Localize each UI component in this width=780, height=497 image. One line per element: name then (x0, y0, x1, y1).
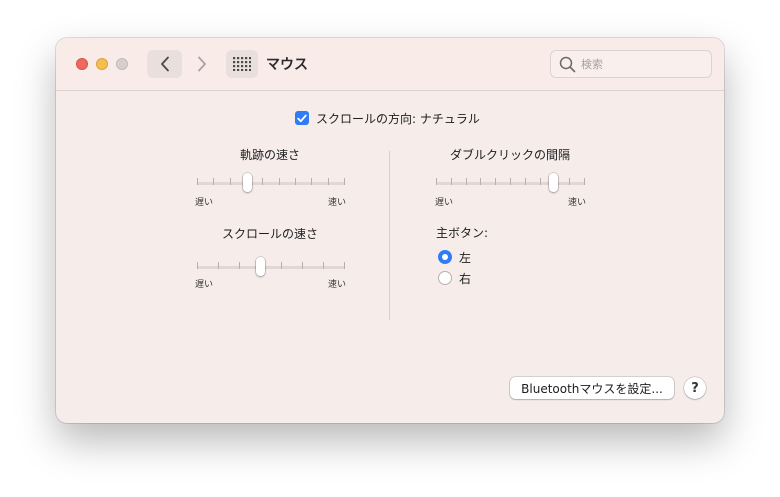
slider-tick (213, 178, 214, 185)
help-button[interactable]: ? (684, 377, 706, 399)
natural-scroll-option[interactable]: スクロールの方向: ナチュラル (295, 110, 480, 126)
slider-tick (344, 262, 345, 269)
slider-tick (451, 178, 452, 185)
natural-scroll-checkbox[interactable] (295, 111, 309, 125)
slider-tick (436, 178, 437, 185)
radio-right[interactable] (438, 271, 452, 285)
back-button[interactable] (147, 50, 182, 78)
slider-tick (525, 178, 526, 185)
scroll-speed-min-label: 遅い (195, 280, 214, 290)
slider-tick (510, 178, 511, 185)
slider-tick (466, 178, 467, 185)
slider-tick (230, 178, 231, 185)
zoom-button[interactable] (116, 58, 128, 70)
slider-tick (495, 178, 496, 185)
slider-tick (262, 178, 263, 185)
radio-left[interactable] (438, 250, 452, 264)
slider-tick (239, 262, 240, 269)
slider-knob[interactable] (243, 173, 252, 192)
double-click-min-label: 遅い (435, 198, 454, 208)
toolbar: マウス (56, 38, 724, 91)
slider-tick (540, 178, 541, 185)
column-divider (389, 151, 390, 320)
radio-left-label: 左 (459, 250, 472, 265)
slider-tick (281, 262, 282, 269)
close-button[interactable] (76, 58, 88, 70)
checkmark-icon (297, 114, 307, 122)
primary-button-label: 主ボタン: (436, 226, 489, 240)
search-input[interactable] (581, 55, 705, 73)
scroll-speed-slider[interactable] (197, 257, 345, 282)
natural-scroll-label: スクロールの方向: ナチュラル (316, 111, 480, 126)
slider-tick (344, 178, 345, 185)
primary-button-left-option[interactable]: 左 (438, 249, 471, 265)
search-field[interactable] (550, 50, 712, 78)
minimize-button[interactable] (96, 58, 108, 70)
mouse-preferences-window: マウス スクロールの方向: ナチュラル 軌跡の速さ 遅い 速い スクロールの速さ… (56, 38, 724, 423)
slider-knob[interactable] (256, 257, 265, 276)
slider-tick (311, 178, 312, 185)
slider-tick (197, 178, 198, 185)
slider-tick (480, 178, 481, 185)
grid-icon (233, 57, 251, 71)
slider-tick (295, 178, 296, 185)
forward-button[interactable] (188, 50, 216, 78)
window-title: マウス (266, 57, 308, 73)
slider-track (197, 182, 345, 185)
slider-knob[interactable] (549, 173, 558, 192)
setup-bluetooth-mouse-button[interactable]: Bluetoothマウスを設定... (510, 377, 674, 399)
show-all-button[interactable] (226, 50, 258, 78)
slider-tick (328, 178, 329, 185)
double-click-speed-slider[interactable] (436, 173, 585, 198)
scroll-speed-label: スクロールの速さ (221, 227, 318, 241)
tracking-speed-min-label: 遅い (195, 198, 214, 208)
slider-tick (323, 262, 324, 269)
slider-tick (218, 262, 219, 269)
double-click-speed-label: ダブルクリックの間隔 (449, 148, 570, 162)
slider-tick (197, 262, 198, 269)
chevron-right-icon (198, 56, 206, 72)
chevron-left-icon (160, 56, 169, 72)
slider-tick (569, 178, 570, 185)
slider-tick (279, 178, 280, 185)
double-click-max-label: 速い (568, 198, 587, 208)
scroll-speed-max-label: 速い (328, 280, 347, 290)
search-icon (559, 56, 576, 73)
tracking-speed-label: 軌跡の速さ (239, 148, 300, 162)
tracking-speed-max-label: 速い (328, 198, 347, 208)
primary-button-right-option[interactable]: 右 (438, 270, 471, 286)
slider-tick (302, 262, 303, 269)
radio-right-label: 右 (459, 271, 472, 286)
tracking-speed-slider[interactable] (197, 173, 345, 198)
slider-tick (584, 178, 585, 185)
